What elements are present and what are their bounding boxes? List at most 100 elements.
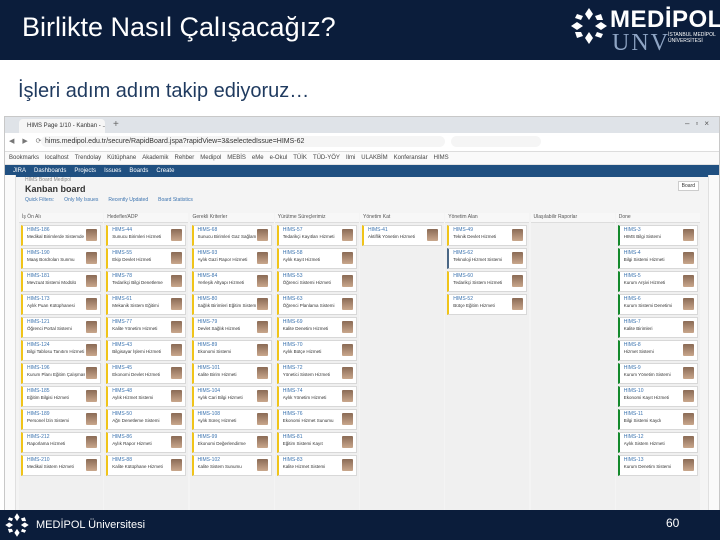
issue-key[interactable]: HIMS-62 [453, 250, 473, 256]
issue-key[interactable]: HIMS-52 [453, 296, 473, 302]
issue-key[interactable]: HIMS-189 [27, 411, 50, 417]
issue-card[interactable]: HIMS-43 Bilgisayar İşlemi Hizmeti [106, 340, 187, 361]
window-controls-icon[interactable]: –▫× [685, 119, 715, 128]
issue-key[interactable]: HIMS-99 [198, 434, 218, 440]
issue-key[interactable]: HIMS-70 [283, 342, 303, 348]
issue-card[interactable]: HIMS-5 Kurum Arşivi Hizmeti [617, 271, 698, 292]
board-button[interactable]: Board [677, 181, 699, 191]
issue-card[interactable]: HIMS-173 Aylık Puan Kütüphanesi [21, 294, 101, 315]
jira-menu-item[interactable]: Create [156, 168, 174, 174]
issue-key[interactable]: HIMS-173 [27, 296, 50, 302]
bookmark-item[interactable]: TÜİK [293, 155, 307, 161]
issue-key[interactable]: HIMS-53 [283, 273, 303, 279]
issue-card[interactable]: HIMS-99 Ekonomi Değerlendirme [191, 432, 272, 453]
issue-card[interactable]: HIMS-186 Medikal Birimlerde Sistemde [21, 225, 101, 246]
issue-key[interactable]: HIMS-181 [27, 273, 50, 279]
bookmark-item[interactable]: ULAKBİM [361, 155, 387, 161]
issue-key[interactable]: HIMS-86 [112, 434, 132, 440]
issue-card[interactable]: HIMS-77 Kalite Yönetim Hizmeti [106, 317, 187, 338]
issue-card[interactable]: HIMS-68 Sunucu Birimleri Gaz Sağlam [191, 225, 272, 246]
issue-card[interactable]: HIMS-76 Ekonomi Hizmet Sunumu [276, 409, 357, 430]
issue-card[interactable]: HIMS-80 Sağlık Birimleri Eğitim Sistemi [191, 294, 272, 315]
board-project[interactable]: HIMS Board Medipol [25, 177, 71, 183]
issue-key[interactable]: HIMS-93 [198, 250, 218, 256]
bookmark-item[interactable]: Bookmarks [9, 155, 39, 161]
issue-key[interactable]: HIMS-12 [624, 434, 644, 440]
issue-key[interactable]: HIMS-88 [112, 457, 132, 463]
issue-card[interactable]: HIMS-212 Raporlama Hizmeti [21, 432, 101, 453]
issue-key[interactable]: HIMS-77 [112, 319, 132, 325]
issue-card[interactable]: HIMS-93 Aylık Gazi Rapor Hizmeti [191, 248, 272, 269]
issue-key[interactable]: HIMS-8 [624, 342, 641, 348]
issue-card[interactable]: HIMS-72 Yönetici Sistem Hizmeti [276, 363, 357, 384]
issue-card[interactable]: HIMS-189 Personel İzin Sistemi [21, 409, 101, 430]
issue-key[interactable]: HIMS-45 [112, 365, 132, 371]
issue-card[interactable]: HIMS-210 Medikal Sistem Hizmeti [21, 455, 101, 476]
issue-key[interactable]: HIMS-55 [112, 250, 132, 256]
issue-key[interactable]: HIMS-190 [27, 250, 50, 256]
bookmark-item[interactable]: Medipol [200, 155, 221, 161]
issue-card[interactable]: HIMS-48 Aylık Hizmet Sistemi [106, 386, 187, 407]
bookmark-item[interactable]: localhost [45, 155, 69, 161]
issue-key[interactable]: HIMS-89 [198, 342, 218, 348]
issue-card[interactable]: HIMS-86 Aylık Rapor Hizmeti [106, 432, 187, 453]
issue-card[interactable]: HIMS-52 Bütçe Eğitim Hizmeti [447, 294, 528, 315]
issue-card[interactable]: HIMS-124 Bilgi Tablosu Tanıtım Hizmeti [21, 340, 101, 361]
issue-card[interactable]: HIMS-70 Aylık Bütçe Hizmeti [276, 340, 357, 361]
nav-arrows-icon[interactable]: ◀ ▶ ⟳ [9, 137, 45, 145]
issue-card[interactable]: HIMS-89 Ekonomi Sistemi [191, 340, 272, 361]
issue-key[interactable]: HIMS-50 [112, 411, 132, 417]
issue-card[interactable]: HIMS-185 Eğitim Bilgisi Hizmeti [21, 386, 101, 407]
issue-card[interactable]: HIMS-7 Kalite Birimleri [617, 317, 698, 338]
issue-card[interactable]: HIMS-121 Öğrenci Portal Sistemi [21, 317, 101, 338]
issue-key[interactable]: HIMS-11 [624, 411, 643, 417]
issue-card[interactable]: HIMS-84 Yerleşik Altyapı Hizmeti [191, 271, 272, 292]
issue-card[interactable]: HIMS-63 Öğrenci Planlama Sistemi [276, 294, 357, 315]
issue-card[interactable]: HIMS-108 Aylık Süreç Hizmeti [191, 409, 272, 430]
issue-card[interactable]: HIMS-190 Maaş Bordroları Sunmu [21, 248, 101, 269]
quick-filter[interactable]: Board Statistics [158, 197, 193, 203]
issue-key[interactable]: HIMS-108 [198, 411, 221, 417]
issue-card[interactable]: HIMS-4 Bilgi Sistemi Hizmeti [617, 248, 698, 269]
jira-menu-item[interactable]: Projects [74, 168, 96, 174]
issue-key[interactable]: HIMS-41 [368, 227, 388, 233]
bookmark-item[interactable]: HIMS [434, 155, 449, 161]
issue-key[interactable]: HIMS-79 [198, 319, 218, 325]
bookmark-item[interactable]: eMe [252, 155, 264, 161]
issue-key[interactable]: HIMS-84 [198, 273, 218, 279]
issue-key[interactable]: HIMS-81 [283, 434, 303, 440]
issue-card[interactable]: HIMS-8 Hizmet Sistemi [617, 340, 698, 361]
issue-key[interactable]: HIMS-101 [198, 365, 221, 371]
issue-card[interactable]: HIMS-50 Ağrı Denetleme Sistemi [106, 409, 187, 430]
issue-card[interactable]: HIMS-78 Tedarikçi Bilgi Denetleme [106, 271, 187, 292]
issue-card[interactable]: HIMS-79 Devlet Sağlık Hizmeti [191, 317, 272, 338]
bookmark-item[interactable]: Akademik [142, 155, 168, 161]
bookmark-item[interactable]: TÜD-YÖY [313, 155, 340, 161]
issue-key[interactable]: HIMS-124 [27, 342, 50, 348]
issue-key[interactable]: HIMS-9 [624, 365, 641, 371]
bookmark-item[interactable]: Ilmi [346, 155, 355, 161]
issue-key[interactable]: HIMS-5 [624, 273, 641, 279]
issue-card[interactable]: HIMS-88 Kalite Kütüphane Hizmeti [106, 455, 187, 476]
issue-card[interactable]: HIMS-12 Aylık Sistem Hizmeti [617, 432, 698, 453]
issue-card[interactable]: HIMS-81 Eğitim Sistemi Kayıt [276, 432, 357, 453]
issue-key[interactable]: HIMS-4 [624, 250, 641, 256]
bookmark-item[interactable]: Konferanslar [394, 155, 428, 161]
issue-card[interactable]: HIMS-41 Aktiflik Yönetim Hizmeti [362, 225, 442, 246]
issue-card[interactable]: HIMS-49 Teknik Devlet Hizmeti [447, 225, 528, 246]
issue-card[interactable]: HIMS-10 Ekonomi Kayıt Hizmeti [617, 386, 698, 407]
issue-card[interactable]: HIMS-102 Kalite Sistem Sunumu [191, 455, 272, 476]
issue-card[interactable]: HIMS-45 Ekonomi Devlet Hizmeti [106, 363, 187, 384]
issue-key[interactable]: HIMS-48 [112, 388, 132, 394]
issue-card[interactable]: HIMS-55 Ekip Devlet Hizmeti [106, 248, 187, 269]
issue-key[interactable]: HIMS-68 [198, 227, 218, 233]
issue-key[interactable]: HIMS-61 [112, 296, 132, 302]
issue-card[interactable]: HIMS-61 Mekanik Sistem Eğitimi [106, 294, 187, 315]
issue-key[interactable]: HIMS-210 [27, 457, 50, 463]
new-tab-icon[interactable]: + [113, 119, 119, 131]
url-field[interactable]: hims.medipol.edu.tr/secure/RapidBoard.js… [41, 136, 445, 147]
issue-card[interactable]: HIMS-83 Kalite Hizmet Sistemi [276, 455, 357, 476]
issue-card[interactable]: HIMS-196 Kurum Planı Eğitim Çalışması [21, 363, 101, 384]
issue-key[interactable]: HIMS-58 [283, 250, 303, 256]
bookmark-item[interactable]: MEBİS [227, 155, 246, 161]
